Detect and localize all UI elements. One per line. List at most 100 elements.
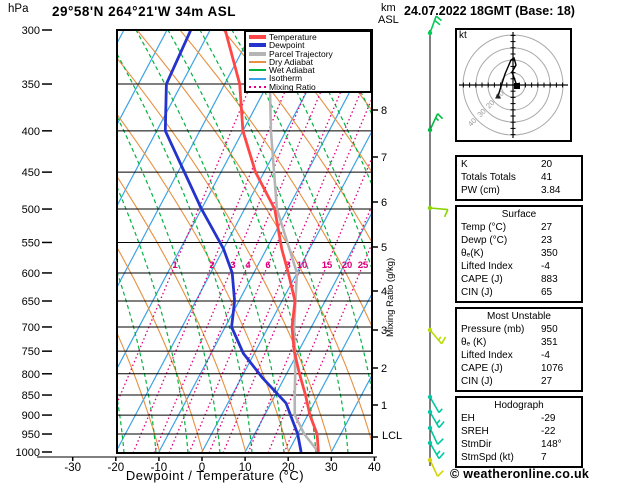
stat-row: EH -29 [461,412,577,425]
km-tick-label: 7 [381,152,387,164]
legend-item-label: Mixing Ratio [269,81,316,92]
mixing-ratio-value-label: 15 [322,260,333,271]
copyright-footer: © weatheronline.co.uk [450,467,590,481]
stat-row: θₑ (K) 351 [461,336,577,349]
mixing-ratio-value-label: 2 [209,260,214,271]
stat-value: 23 [541,235,553,246]
legend-line-sample [249,51,266,56]
legend-line-sample [249,69,266,72]
mixing-ratio-value-label: 1 [172,260,178,271]
datetime-label: 24.07.2022 18GMT (Base: 18) [404,4,575,18]
stat-label: CIN (J) [461,376,493,387]
stat-value: 7 [541,452,547,463]
stat-row: Temp (°C) 27 [461,221,577,234]
mixing-ratio-value-label: 6 [265,260,270,271]
stat-value: 20 [541,159,553,170]
pressure-tick-label: 950 [22,429,40,441]
hodograph-panel: 10 20 30 40 [455,28,572,142]
stat-label: Lifted Index [461,261,513,272]
stat-value: 65 [541,287,553,298]
stats-section-title: Most Unstable [487,311,551,322]
stat-label: EH [461,413,475,424]
hodograph-ring-label: 30 [475,107,487,119]
page-title: 29°58'N 264°21'W 34m ASL [52,4,237,19]
km-tick-label: 8 [381,105,387,117]
stats-section-title: Hodograph [494,400,544,411]
stat-value: 883 [541,274,558,285]
km-tick-label: 1 [381,400,387,412]
mixing-ratio-axis-label: Mixing Ratio (g/kg) [385,257,396,337]
hodograph-plot: 10203040 [459,32,568,138]
stat-label: StmSpd (kt) [461,452,514,463]
stat-value: -29 [541,413,556,424]
stat-row: K 20 [461,158,577,171]
legend-line-sample [249,77,266,80]
stat-value: -22 [541,426,556,437]
stat-row: Lifted Index -4 [461,260,577,273]
pressure-tick-label: 650 [22,296,40,308]
stats-section-title: Surface [501,209,537,220]
stat-row: SREH -22 [461,425,577,438]
hodograph-ring-label: 40 [466,116,478,128]
pressure-tick-label: 550 [22,237,40,249]
legend-box: Temperature Dewpoint Parcel Trajectory Dry … [244,30,372,93]
stat-label: CAPE (J) [461,274,503,285]
hodograph-unit-label: kt [459,30,467,41]
skewt-sounding-screenshot: 1 2 3 4 6 8 10 15 20 25 300 350 400 450 500 550 600 650 70… [0,0,629,486]
temperature-tick-label: 40 [368,462,381,474]
wind-barb [427,205,449,218]
legend-item: Mixing Ratio [249,81,370,92]
stat-label: Pressure (mb) [461,324,525,335]
stats-section: K 20 Totals Totals 41 PW (cm) 3.84 [455,155,583,201]
mixing-ratio-value-label: 4 [245,260,251,271]
pressure-tick-label: 800 [22,369,40,381]
altitude-unit-km-label: km [381,2,396,14]
km-tick-label: 2 [381,363,387,375]
pressure-unit-label: hPa [8,3,29,15]
stat-label: Totals Totals [461,172,516,183]
stat-row: CIN (J) 65 [461,286,577,299]
legend-item: Temperature [249,33,370,41]
stat-row: CAPE (J) 1076 [461,362,577,375]
pressure-tick-label: 700 [22,322,40,334]
lcl-label: LCL [382,430,403,442]
pressure-tick-label: 350 [22,79,40,91]
legend-line-sample [249,61,266,64]
stat-row: StmDir 148° [461,438,577,451]
stat-label: Lifted Index [461,350,513,361]
km-tick-label: 5 [381,242,387,254]
stat-label: CAPE (J) [461,363,503,374]
legend-line-sample [249,35,266,40]
stat-label: CIN (J) [461,287,493,298]
wind-barb-column [427,15,449,477]
stat-row: Totals Totals 41 [461,171,577,184]
stat-row: Dewp (°C) 23 [461,234,577,247]
stat-value: 350 [541,248,558,259]
legend-line-sample [249,43,266,48]
stat-value: -4 [541,350,550,361]
stat-label: Temp (°C) [461,222,507,233]
stat-value: -4 [541,261,550,272]
pressure-axis: 300 350 400 450 500 550 600 650 700 750 800 850 900 9… [16,25,52,459]
stats-section: Most Unstable Pressure (mb) 950 θₑ (K) 351 Li… [455,307,583,392]
stat-row: PW (cm) 3.84 [461,184,577,197]
altitude-unit-asl-label: ASL [378,14,399,26]
mixing-ratio-value-label: 25 [358,260,369,271]
stat-value: 3.84 [541,185,561,196]
pressure-tick-label: 900 [22,410,40,422]
temperature-tick-label: -30 [64,462,81,474]
stat-label: K [461,159,468,170]
stat-row: θₑ(K) 350 [461,247,577,260]
legend-item: Wet Adiabat [249,66,370,75]
stats-section: Hodograph EH -29 SREH -22 StmDir 148° StmSpd (k… [455,396,583,468]
pressure-tick-label: 600 [22,268,40,280]
x-axis-label: Dewpoint / Temperature (°C) [125,468,305,483]
legend-line-sample [249,85,266,88]
storm-motion-marker [514,83,520,89]
stat-value: 27 [541,222,553,233]
stats-section: Surface Temp (°C) 27 Dewp (°C) 23 θₑ(K) 350 Lif… [455,205,583,303]
pressure-tick-label: 750 [22,346,40,358]
stat-value: 41 [541,172,553,183]
stat-value: 950 [541,324,558,335]
hodograph-ring-label: 20 [484,98,496,110]
